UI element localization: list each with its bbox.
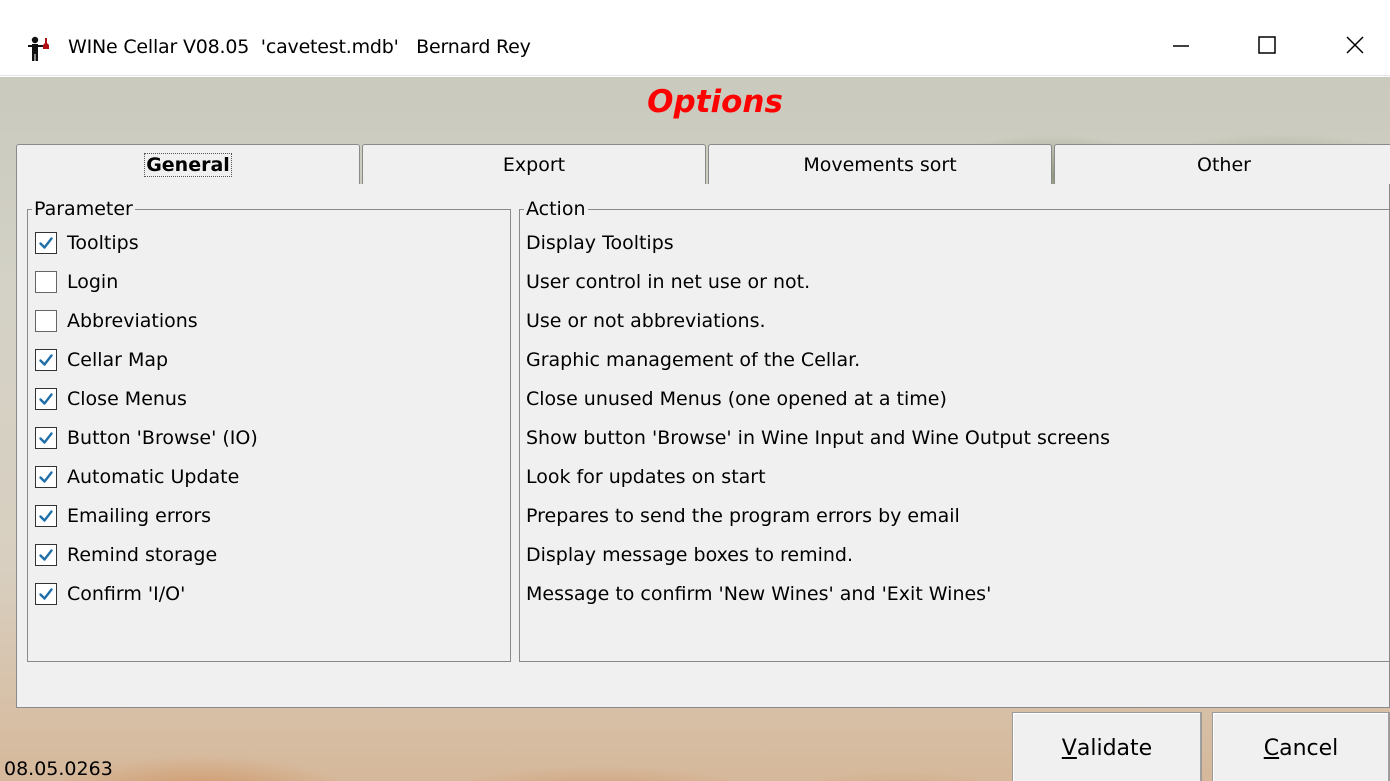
checkbox-label: Confirm 'I/O' — [67, 583, 186, 605]
tab-general[interactable]: General — [16, 144, 360, 184]
tab-other[interactable]: Other — [1054, 144, 1390, 184]
tab-label: Movements sort — [803, 153, 957, 176]
checkbox[interactable] — [35, 505, 57, 527]
checkbox[interactable] — [35, 544, 57, 566]
action-text: Display Tooltips — [526, 232, 674, 254]
validate-mnemonic: V — [1061, 735, 1077, 761]
action-text: Close unused Menus (one opened at a time… — [526, 388, 947, 410]
tab-label: Other — [1197, 153, 1251, 176]
checkbox-label: Button 'Browse' (IO) — [67, 427, 258, 449]
action-text: Look for updates on start — [526, 466, 766, 488]
checkbox-label: Tooltips — [67, 232, 139, 254]
checkbox-label: Emailing errors — [67, 505, 212, 527]
minimize-icon — [1171, 35, 1191, 59]
action-text: Prepares to send the program errors by e… — [526, 505, 960, 527]
checkbox[interactable] — [35, 271, 57, 293]
window-title: WINe Cellar V08.05 'cavetest.mdb' Bernar… — [68, 36, 531, 58]
checkbox-abbreviations[interactable]: Abbreviations — [35, 306, 198, 336]
cancel-label: ancel — [1279, 735, 1339, 761]
checkbox-button-browse[interactable]: Button 'Browse' (IO) — [35, 423, 258, 453]
checkbox[interactable] — [35, 388, 57, 410]
checkbox-confirm-io[interactable]: Confirm 'I/O' — [35, 579, 185, 609]
checkbox-tooltips[interactable]: Tooltips — [35, 228, 139, 258]
checkmark-icon — [38, 430, 54, 446]
version-label: 08.05.0263 — [4, 758, 113, 780]
validate-label: alidate — [1076, 735, 1153, 761]
checkbox-remind-storage[interactable]: Remind storage — [35, 540, 217, 570]
tab-export[interactable]: Export — [362, 144, 706, 184]
checkbox-close-menus[interactable]: Close Menus — [35, 384, 187, 414]
checkmark-icon — [38, 586, 54, 602]
title-bar: WINe Cellar V08.05 'cavetest.mdb' Bernar… — [0, 0, 1390, 76]
checkmark-icon — [38, 508, 54, 524]
cancel-mnemonic: C — [1263, 735, 1280, 761]
checkbox[interactable] — [35, 427, 57, 449]
checkbox[interactable] — [35, 583, 57, 605]
tab-strip: General Export Movements sort Other — [16, 144, 1390, 184]
wine-cellar-app-icon — [26, 34, 54, 62]
checkmark-icon — [38, 547, 54, 563]
checkmark-icon — [38, 469, 54, 485]
page-title: Options — [647, 84, 783, 120]
action-text: Use or not abbreviations. — [526, 310, 766, 332]
action-text: User control in net use or not. — [526, 271, 811, 293]
checkbox-label: Remind storage — [67, 544, 218, 566]
checkbox[interactable] — [35, 310, 57, 332]
checkbox-label: Abbreviations — [67, 310, 198, 332]
action-group-label: Action — [526, 198, 586, 220]
checkmark-icon — [38, 391, 54, 407]
tab-label: General — [144, 152, 232, 177]
checkmark-icon — [38, 235, 54, 251]
checkbox[interactable] — [35, 349, 57, 371]
checkbox-label: Cellar Map — [67, 349, 169, 371]
action-text: Show button 'Browse' in Wine Input and W… — [526, 427, 1110, 449]
checkbox-label: Login — [67, 271, 119, 293]
checkbox-cellar-map[interactable]: Cellar Map — [35, 345, 168, 375]
checkbox-emailing-errors[interactable]: Emailing errors — [35, 501, 211, 531]
checkbox-label: Automatic Update — [67, 466, 240, 488]
tab-movements-sort[interactable]: Movements sort — [708, 144, 1052, 184]
action-text: Graphic management of the Cellar. — [526, 349, 861, 371]
close-button[interactable] — [1330, 30, 1380, 64]
parameter-group-label: Parameter — [34, 198, 133, 220]
checkbox-label: Close Menus — [67, 388, 187, 410]
minimize-button[interactable] — [1156, 30, 1206, 64]
maximize-button[interactable] — [1242, 30, 1292, 64]
tab-label: Export — [502, 153, 566, 176]
action-text: Message to confirm 'New Wines' and 'Exit… — [526, 583, 992, 605]
checkbox-login[interactable]: Login — [35, 267, 118, 297]
checkbox[interactable] — [35, 466, 57, 488]
tab-page-general: Parameter Action Tooltips Login Abbrevia… — [16, 184, 1390, 708]
checkbox[interactable] — [35, 232, 57, 254]
action-text: Display message boxes to remind. — [526, 544, 854, 566]
cancel-button[interactable]: Cancel — [1212, 712, 1390, 781]
checkmark-icon — [38, 352, 54, 368]
checkbox-automatic-update[interactable]: Automatic Update — [35, 462, 239, 492]
close-icon — [1345, 35, 1365, 59]
maximize-icon — [1257, 35, 1277, 59]
validate-button[interactable]: Validate — [1012, 712, 1202, 781]
